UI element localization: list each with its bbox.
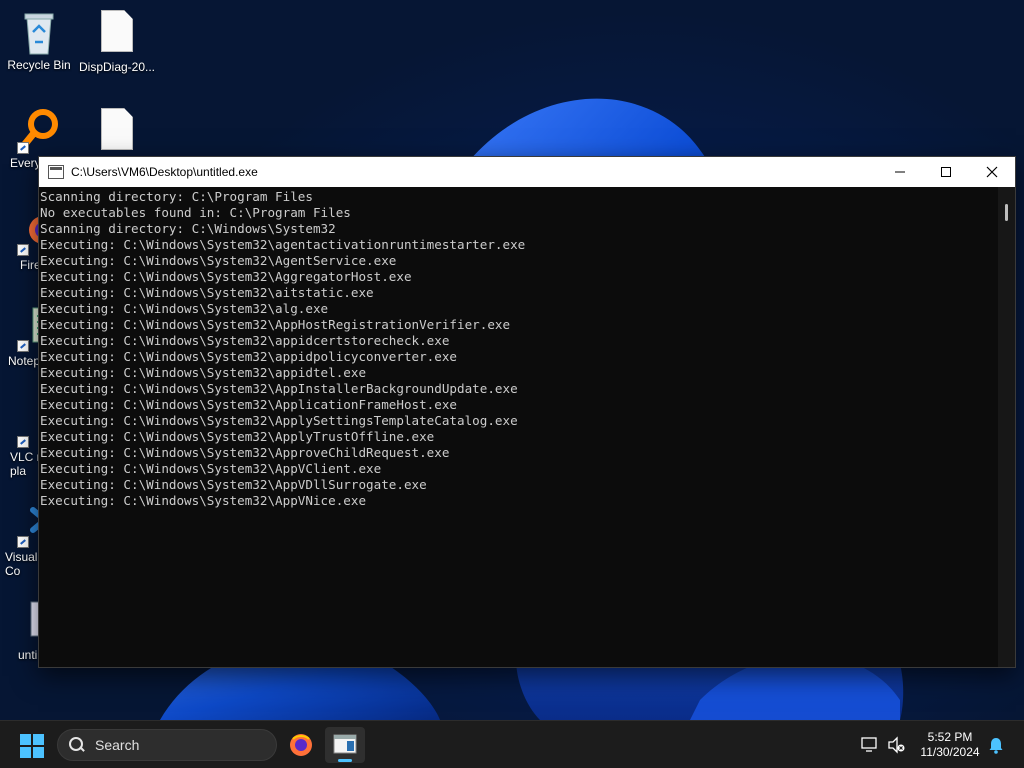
shortcut-arrow-icon <box>17 244 29 256</box>
console-line: No executables found in: C:\Program File… <box>40 205 351 220</box>
bell-icon <box>989 738 1003 754</box>
console-line: Executing: C:\Windows\System32\AgentServ… <box>40 253 397 268</box>
console-line: Executing: C:\Windows\System32\ApplyTrus… <box>40 429 435 444</box>
magnifier-app-icon <box>17 106 61 154</box>
console-line: Executing: C:\Windows\System32\Aggregato… <box>40 269 412 284</box>
shortcut-arrow-icon <box>17 436 29 448</box>
maximize-icon <box>941 167 951 177</box>
console-line: Executing: C:\Windows\System32\ApplySett… <box>40 413 518 428</box>
console-line: Executing: C:\Windows\System32\AppVClien… <box>40 461 382 476</box>
shortcut-arrow-icon <box>17 340 29 352</box>
scrollbar-thumb[interactable] <box>1005 204 1008 221</box>
console-line: Scanning directory: C:\Program Files <box>40 189 313 204</box>
desktop-icon-label: DispDiag-20... <box>78 60 156 74</box>
tray-volume-icon[interactable] <box>886 735 906 755</box>
console-line: Executing: C:\Windows\System32\appidtel.… <box>40 365 367 380</box>
close-icon <box>986 166 998 178</box>
speaker-muted-icon <box>888 736 905 754</box>
file-icon <box>95 108 139 156</box>
search-icon <box>69 737 85 753</box>
minimize-icon <box>895 171 905 173</box>
taskbar: Search 5:52 PM 11/30/2024 <box>0 720 1024 768</box>
console-window[interactable]: C:\Users\VM6\Desktop\untitled.exe Scanni… <box>38 156 1016 668</box>
console-output: Scanning directory: C:\Program Files No e… <box>40 189 998 667</box>
minimize-button[interactable] <box>877 157 923 187</box>
console-line: Executing: C:\Windows\System32\ApproveCh… <box>40 445 450 460</box>
console-body[interactable]: Scanning directory: C:\Program Files No e… <box>39 187 1015 667</box>
console-line: Executing: C:\Windows\System32\Applicati… <box>40 397 458 412</box>
console-line: Executing: C:\Windows\System32\appidcert… <box>40 333 450 348</box>
active-app-indicator <box>338 759 352 762</box>
desktop-icon-label: Recycle Bin <box>7 58 71 72</box>
tray-network-icon[interactable] <box>860 735 880 755</box>
console-line: Executing: C:\Windows\System32\AppVDllSu… <box>40 477 427 492</box>
console-app-icon <box>333 734 357 754</box>
firefox-icon <box>290 734 312 756</box>
console-line: Executing: C:\Windows\System32\alg.exe <box>40 301 329 316</box>
maximize-button[interactable] <box>923 157 969 187</box>
desktop-icon-dispdiag[interactable]: DispDiag-20... <box>78 8 156 74</box>
windows-logo-icon <box>20 734 31 745</box>
console-line: Executing: C:\Windows\System32\AppInstal… <box>40 381 518 396</box>
file-icon <box>95 10 139 58</box>
start-button[interactable] <box>20 734 44 758</box>
console-app-icon <box>48 165 64 179</box>
taskbar-search-box[interactable]: Search <box>57 729 277 761</box>
shortcut-arrow-icon <box>17 142 29 154</box>
monitor-network-icon <box>861 737 877 752</box>
console-line: Scanning directory: C:\Windows\System32 <box>40 221 336 236</box>
desktop-icon-recycle-bin[interactable]: Recycle Bin <box>0 8 78 72</box>
console-line: Executing: C:\Windows\System32\AppHostRe… <box>40 317 511 332</box>
clock-time: 5:52 PM <box>927 730 973 744</box>
vertical-scrollbar[interactable] <box>998 187 1015 667</box>
notification-button[interactable] <box>986 735 1006 755</box>
recycle-bin-icon <box>17 8 61 56</box>
desktop-icon-file-2[interactable] <box>78 106 156 158</box>
console-line: Executing: C:\Windows\System32\appidpoli… <box>40 349 458 364</box>
console-line: Executing: C:\Windows\System32\AppVNice.… <box>40 493 367 508</box>
taskbar-console-button[interactable] <box>325 727 365 763</box>
clock-date: 11/30/2024 <box>920 745 980 759</box>
console-line: Executing: C:\Windows\System32\aitstatic… <box>40 285 374 300</box>
console-titlebar[interactable]: C:\Users\VM6\Desktop\untitled.exe <box>39 157 1015 187</box>
taskbar-clock[interactable]: 5:52 PM 11/30/2024 <box>914 730 986 760</box>
close-button[interactable] <box>969 157 1015 187</box>
search-placeholder: Search <box>95 737 140 753</box>
shortcut-arrow-icon <box>17 536 29 548</box>
console-line: Executing: C:\Windows\System32\agentacti… <box>40 237 526 252</box>
window-title: C:\Users\VM6\Desktop\untitled.exe <box>71 165 258 179</box>
taskbar-firefox-button[interactable] <box>281 727 321 763</box>
